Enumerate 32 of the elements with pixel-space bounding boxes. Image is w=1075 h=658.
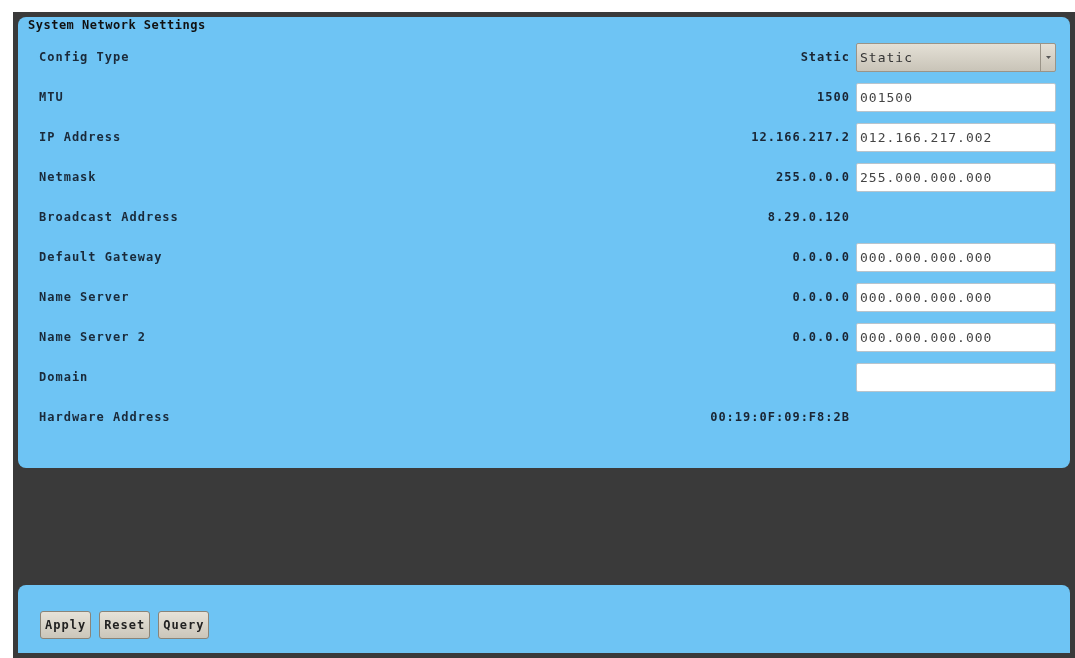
field-label: IP Address bbox=[39, 129, 122, 146]
field-label: Broadcast Address bbox=[39, 209, 179, 226]
field-label: Name Server 2 bbox=[39, 329, 146, 346]
field-label: MTU bbox=[39, 89, 64, 106]
input-field[interactable]: 000.000.000.000 bbox=[856, 322, 1056, 352]
config-type-dropdown[interactable]: Static bbox=[856, 42, 1056, 72]
current-value: 12.166.217.2 bbox=[751, 129, 850, 146]
current-value: 0.0.0.0 bbox=[792, 249, 850, 266]
current-value: 1500 bbox=[817, 89, 850, 106]
field-label: Name Server bbox=[39, 289, 130, 306]
field-label: Default Gateway bbox=[39, 249, 163, 266]
current-value: Static bbox=[800, 49, 850, 66]
field-label: Config Type bbox=[39, 49, 130, 66]
dropdown-caret-icon bbox=[1045, 55, 1051, 59]
field-label: Hardware Address bbox=[39, 409, 171, 426]
action-button[interactable]: Apply bbox=[40, 611, 92, 639]
field-label: Domain bbox=[39, 369, 89, 386]
current-value: 8.29.0.120 bbox=[767, 209, 850, 226]
input-field[interactable]: 000.000.000.000 bbox=[856, 242, 1056, 272]
input-field[interactable] bbox=[856, 362, 1056, 392]
action-button[interactable]: Reset bbox=[99, 611, 151, 639]
input-field[interactable]: 012.166.217.002 bbox=[856, 122, 1056, 152]
panel-title: System Network Settings bbox=[28, 17, 207, 33]
input-field[interactable]: 255.000.000.000 bbox=[856, 162, 1056, 192]
input-field[interactable]: 001500 bbox=[856, 82, 1056, 112]
current-value: 0.0.0.0 bbox=[792, 329, 850, 346]
field-label: Netmask bbox=[39, 169, 97, 186]
current-value: 0.0.0.0 bbox=[792, 289, 850, 306]
current-value: 00:19:0F:09:F8:2B bbox=[710, 409, 850, 426]
action-button[interactable]: Query bbox=[158, 611, 210, 639]
input-field[interactable]: 000.000.000.000 bbox=[856, 282, 1056, 312]
current-value: 255.0.0.0 bbox=[775, 169, 850, 186]
